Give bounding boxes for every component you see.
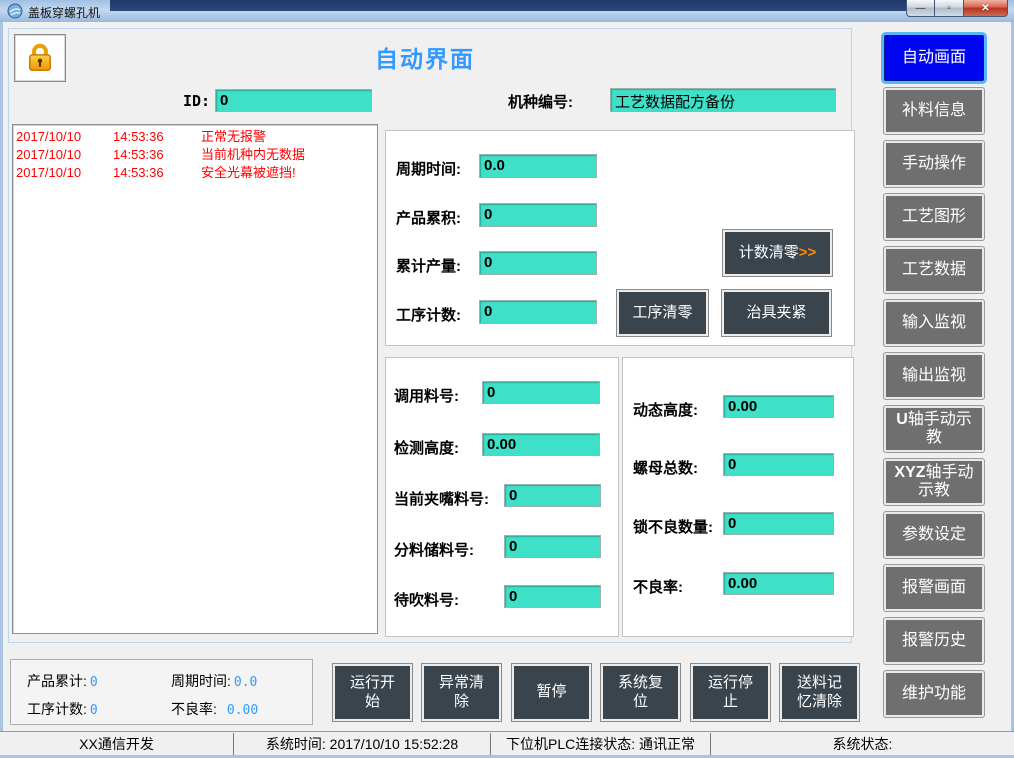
- detect-height-label: 检测高度:: [394, 437, 459, 458]
- fixture-clamp-button[interactable]: 治具夹紧: [722, 290, 831, 336]
- defect-rate-field[interactable]: 0.00: [723, 572, 834, 595]
- page-title: 自动界面: [320, 40, 530, 74]
- alarm-time: 14:53:36: [113, 128, 201, 146]
- background-window-remnant: [110, 0, 912, 11]
- summary-panel: 产品累计:0 周期时间:0.0 工序计数:0 不良率:0.00: [10, 659, 313, 725]
- counters-panel: 周期时间: 0.0 产品累积: 0 累计产量: 0 工序计数: 0 计数清零>>…: [385, 130, 855, 346]
- alarm-message: 当前机种内无数据: [201, 146, 305, 164]
- lock-icon: [22, 39, 58, 78]
- alarm-date: 2017/10/10: [16, 164, 113, 182]
- window-title: 盖板穿螺孔机: [28, 4, 100, 21]
- model-number-label: 机种编号:: [508, 91, 573, 112]
- app-icon: [7, 3, 23, 19]
- system-reset-button[interactable]: 系统复位: [601, 664, 680, 721]
- summary-product-accum: 产品累计:0: [27, 671, 98, 691]
- sidebar-item-output-monitor[interactable]: 输出监视: [884, 353, 984, 399]
- alarm-log-row: 2017/10/10 14:53:36 安全光幕被遮挡!: [13, 164, 377, 182]
- pause-button[interactable]: 暂停: [512, 664, 591, 721]
- alarm-log-panel: 2017/10/10 14:53:36 正常无报警 2017/10/10 14:…: [12, 124, 378, 634]
- total-output-field[interactable]: 0: [479, 251, 597, 275]
- alarm-date: 2017/10/10: [16, 146, 113, 164]
- dynamic-height-field[interactable]: 0.00: [723, 395, 834, 418]
- feed-memory-clear-button[interactable]: 送料记忆清除: [780, 664, 859, 721]
- alarm-time: 14:53:36: [113, 164, 201, 182]
- sidebar-item-u-axis-teach[interactable]: U轴手动示教: [884, 406, 984, 452]
- nut-total-label: 螺母总数:: [633, 457, 698, 478]
- blow-wait-label: 待吹料号:: [394, 589, 459, 610]
- status-plc-connection: 下位机PLC连接状态: 通讯正常: [490, 733, 710, 755]
- cycle-time-field[interactable]: 0.0: [479, 154, 597, 178]
- id-field[interactable]: 0: [215, 89, 372, 112]
- detect-height-field[interactable]: 0.00: [482, 433, 600, 456]
- close-icon[interactable]: ✕: [963, 0, 1008, 17]
- alarm-log-row: 2017/10/10 14:53:36 正常无报警: [13, 128, 377, 146]
- lock-button[interactable]: [14, 34, 66, 82]
- sidebar-item-xyz-axis-teach[interactable]: XYZ轴手动示教: [884, 459, 984, 505]
- material-panel: 调用料号: 0 检测高度: 0.00 当前夹嘴料号: 0 分料储料号: 0 待吹…: [385, 357, 619, 637]
- sidebar-item-auto-screen[interactable]: 自动画面: [884, 35, 984, 81]
- divider-storage-field[interactable]: 0: [504, 535, 601, 558]
- alarm-log-row: 2017/10/10 14:53:36 当前机种内无数据: [13, 146, 377, 164]
- lock-defect-field[interactable]: 0: [723, 512, 834, 535]
- alarm-message: 安全光幕被遮挡!: [201, 164, 296, 182]
- cycle-time-label: 周期时间:: [396, 158, 461, 179]
- error-clear-button[interactable]: 异常清除: [422, 664, 501, 721]
- alarm-time: 14:53:36: [113, 146, 201, 164]
- window-controls: — ▫ ✕: [906, 0, 1008, 17]
- product-accum-label: 产品累积:: [396, 207, 461, 228]
- double-arrow-icon: >>: [799, 244, 817, 261]
- process-count-label: 工序计数:: [396, 304, 461, 325]
- defect-rate-label: 不良率:: [633, 576, 683, 597]
- sidebar-item-process-graphic[interactable]: 工艺图形: [884, 194, 984, 240]
- status-system-state: 系统状态:: [710, 733, 1014, 755]
- current-nozzle-label: 当前夹嘴料号:: [394, 488, 489, 509]
- status-developer: XX通信开发: [0, 733, 233, 755]
- run-start-button[interactable]: 运行开始: [333, 664, 412, 721]
- window-frame-left: [0, 22, 3, 754]
- sidebar-item-maintenance[interactable]: 维护功能: [884, 671, 984, 717]
- run-stop-button[interactable]: 运行停止: [691, 664, 770, 721]
- title-bar: 盖板穿螺孔机 — ▫ ✕: [0, 0, 1014, 22]
- model-number-field[interactable]: 工艺数据配方备份: [610, 88, 836, 112]
- alarm-message: 正常无报警: [201, 128, 266, 146]
- app-window: 盖板穿螺孔机 — ▫ ✕ 自动界面 ID: 0 机种编号: 工艺: [0, 0, 1014, 758]
- total-output-label: 累计产量:: [396, 255, 461, 276]
- status-system-time: 系统时间: 2017/10/10 15:52:28: [233, 733, 490, 755]
- sidebar-item-manual-operation[interactable]: 手动操作: [884, 141, 984, 187]
- divider-storage-label: 分料储料号:: [394, 539, 474, 560]
- current-nozzle-field[interactable]: 0: [504, 484, 601, 507]
- dynamic-height-label: 动态高度:: [633, 399, 698, 420]
- sidebar-item-alarm-screen[interactable]: 报警画面: [884, 565, 984, 611]
- quality-panel: 动态高度: 0.00 螺母总数: 0 锁不良数量: 0 不良率: 0.00: [622, 357, 854, 637]
- blow-wait-field[interactable]: 0: [504, 585, 601, 608]
- sidebar-item-refill-info[interactable]: 补料信息: [884, 88, 984, 134]
- call-part-label: 调用料号:: [394, 385, 459, 406]
- status-bar: XX通信开发 系统时间: 2017/10/10 15:52:28 下位机PLC连…: [0, 731, 1014, 755]
- maximize-button[interactable]: ▫: [935, 0, 963, 17]
- minimize-button[interactable]: —: [906, 0, 935, 17]
- sidebar-item-process-data[interactable]: 工艺数据: [884, 247, 984, 293]
- summary-process-count: 工序计数:0: [27, 699, 98, 719]
- summary-defect-rate: 不良率:0.00: [171, 699, 258, 719]
- nut-total-field[interactable]: 0: [723, 453, 834, 476]
- call-part-field[interactable]: 0: [482, 381, 600, 404]
- sidebar-item-input-monitor[interactable]: 输入监视: [884, 300, 984, 346]
- summary-cycle-time: 周期时间:0.0: [171, 671, 257, 691]
- sidebar-item-parameter-setting[interactable]: 参数设定: [884, 512, 984, 558]
- count-clear-button[interactable]: 计数清零>>: [723, 230, 832, 276]
- process-clear-button[interactable]: 工序清零: [617, 290, 708, 336]
- sidebar-item-alarm-history[interactable]: 报警历史: [884, 618, 984, 664]
- alarm-date: 2017/10/10: [16, 128, 113, 146]
- id-label: ID:: [183, 92, 210, 110]
- product-accum-field[interactable]: 0: [479, 203, 597, 227]
- process-count-field[interactable]: 0: [479, 300, 597, 324]
- lock-defect-label: 锁不良数量:: [633, 516, 713, 537]
